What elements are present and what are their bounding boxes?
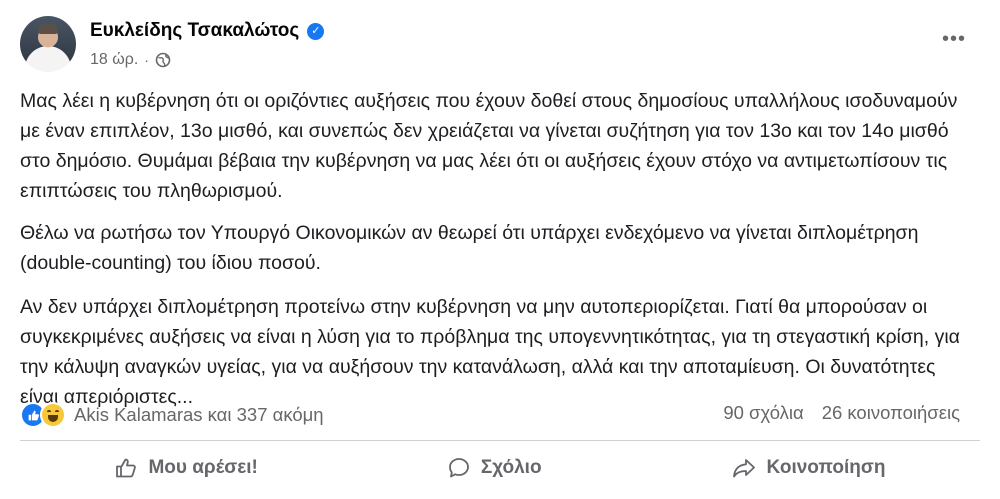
meta-separator: ·	[144, 52, 149, 68]
comment-icon	[447, 456, 471, 480]
post-paragraph-3: Αν δεν υπάρχει διπλομέτρηση προτείνω στη…	[20, 296, 960, 408]
thumbs-up-icon	[114, 456, 138, 480]
comment-button[interactable]: Σχόλιο	[427, 450, 562, 486]
post-header: Ευκλείδης Τσακαλώτος ✓ 18 ώρ. · •••	[20, 16, 980, 76]
shares-count[interactable]: 26 κοινοποιήσεις	[822, 402, 960, 424]
post-paragraph-1: Μας λέει η κυβέρνηση ότι οι οριζόντιες α…	[20, 90, 958, 202]
post-paragraph-2: Θέλω να ρωτήσω τον Υπουργό Οικονομικών α…	[20, 222, 919, 274]
post-content: Μας λέει η κυβέρνηση ότι οι οριζόντιες α…	[20, 86, 975, 424]
like-button[interactable]: Μου αρέσει!	[94, 450, 277, 486]
author-name-row: Ευκλείδης Τσακαλώτος ✓	[90, 20, 325, 42]
post-actions: Μου αρέσει! Σχόλιο Κοινοποίηση	[20, 446, 980, 490]
engagement-counts: 90 σχόλια 26 κοινοποιήσεις	[723, 402, 960, 424]
comment-label: Σχόλιο	[480, 457, 542, 478]
reactions-summary[interactable]: Akis Kalamaras και 337 ακόμη	[20, 402, 324, 428]
post-time[interactable]: 18 ώρ.	[90, 51, 138, 69]
like-label: Μου αρέσει!	[148, 457, 258, 478]
stats-divider	[20, 440, 980, 441]
share-icon	[731, 456, 757, 480]
facebook-post: Ευκλείδης Τσακαλώτος ✓ 18 ώρ. · ••• Μας …	[0, 0, 1000, 499]
post-stats: Akis Kalamaras και 337 ακόμη 90 σχόλια 2…	[20, 402, 980, 430]
verified-icon: ✓	[307, 22, 325, 40]
globe-icon[interactable]	[155, 52, 171, 68]
more-options-icon[interactable]: •••	[942, 29, 966, 49]
author-name[interactable]: Ευκλείδης Τσακαλώτος	[90, 20, 299, 42]
share-button[interactable]: Κοινοποίηση	[711, 450, 906, 486]
reactions-text[interactable]: Akis Kalamaras και 337 ακόμη	[74, 404, 324, 426]
share-label: Κοινοποίηση	[766, 457, 886, 478]
post-meta: 18 ώρ. ·	[90, 51, 171, 69]
author-avatar[interactable]	[20, 16, 76, 72]
haha-reaction-icon	[40, 402, 66, 428]
comments-count[interactable]: 90 σχόλια	[723, 402, 803, 424]
